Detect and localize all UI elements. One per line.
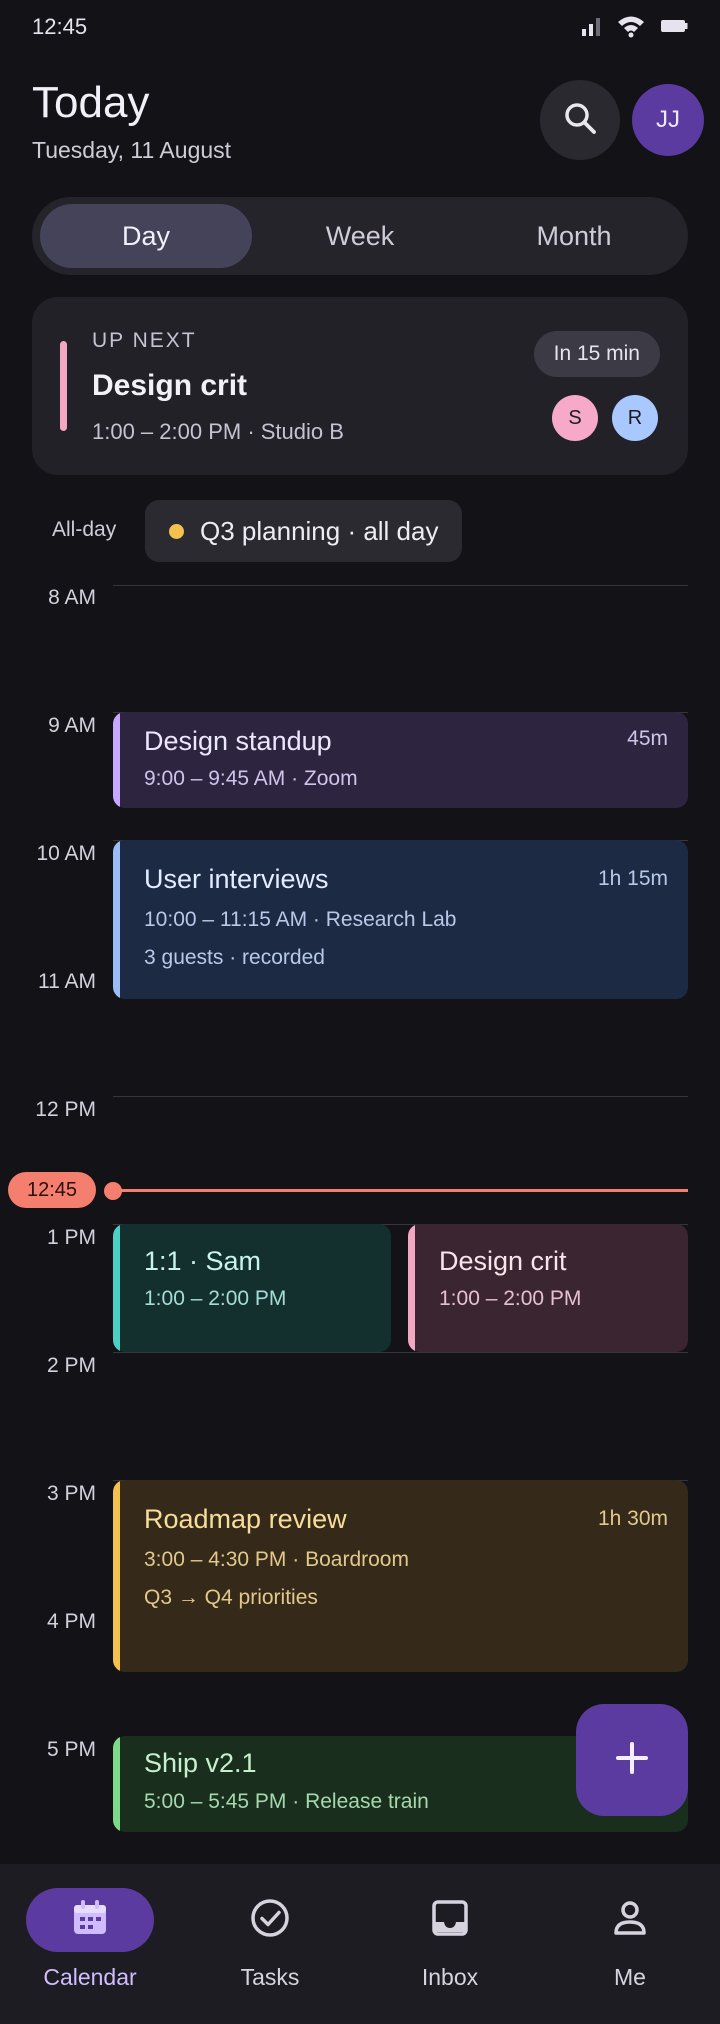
up-next-accent xyxy=(60,341,67,431)
event-accent xyxy=(113,840,120,999)
hour-line xyxy=(113,1352,688,1353)
event-card[interactable]: 1:1 · Sam 1:00 – 2:00 PM xyxy=(113,1224,391,1352)
nav-icon-container xyxy=(26,1888,154,1952)
event-meta: 5:00 – 5:45 PM · Release train xyxy=(144,1790,429,1813)
tab-week[interactable]: Week xyxy=(254,204,466,268)
event-duration: 45m xyxy=(627,727,668,750)
all-day-event-title: Q3 planning · all day xyxy=(200,515,439,546)
attendee-avatar: S xyxy=(552,395,598,441)
inbox-icon xyxy=(430,1898,470,1943)
search-button[interactable] xyxy=(540,80,620,160)
current-time-line xyxy=(113,1189,688,1192)
event-accent xyxy=(408,1224,415,1352)
event-title: Roadmap review xyxy=(144,1504,347,1534)
hour-label: 1 PM xyxy=(46,1226,96,1249)
hour-label: 2 PM xyxy=(46,1354,96,1377)
profile-avatar[interactable]: JJ xyxy=(632,84,704,156)
event-card[interactable]: Design crit 1:00 – 2:00 PM xyxy=(408,1224,688,1352)
wifi-icon xyxy=(616,14,646,43)
search-icon xyxy=(562,100,598,141)
check-circle-icon xyxy=(249,1897,291,1944)
nav-icon-container xyxy=(566,1888,694,1952)
up-next-meta: 1:00 – 2:00 PM · Studio B xyxy=(92,419,344,444)
event-meta: 3:00 – 4:30 PM · Boardroom xyxy=(144,1548,409,1571)
nav-label: Me xyxy=(614,1964,646,1990)
status-time: 12:45 xyxy=(32,14,88,39)
hour-line xyxy=(113,585,688,586)
nav-item-calendar[interactable]: Calendar xyxy=(0,1888,180,1991)
event-meta-secondary: 3 guests · recorded xyxy=(144,946,325,969)
add-event-button[interactable] xyxy=(576,1704,688,1816)
hour-line xyxy=(113,1096,688,1097)
event-meta: 9:00 – 9:45 AM · Zoom xyxy=(144,767,358,790)
event-title: Design crit xyxy=(439,1246,567,1276)
hour-label: 12 PM xyxy=(35,1098,96,1121)
event-title: Design standup xyxy=(144,726,332,756)
tab-month[interactable]: Month xyxy=(468,204,680,268)
signal-icon xyxy=(580,15,602,42)
event-color-dot xyxy=(169,523,184,539)
event-meta: 1:00 – 2:00 PM xyxy=(439,1287,582,1310)
event-accent xyxy=(113,712,120,808)
hour-label: 11 AM xyxy=(38,970,96,993)
event-title: User interviews xyxy=(144,864,329,894)
up-next-title: Design crit xyxy=(92,369,248,402)
nav-icon-container xyxy=(206,1888,334,1952)
plus-icon xyxy=(613,1739,651,1782)
nav-label: Calendar xyxy=(43,1964,137,1990)
event-accent xyxy=(113,1736,120,1832)
nav-label: Tasks xyxy=(240,1964,300,1990)
nav-item-tasks[interactable]: Tasks xyxy=(180,1888,360,1991)
event-card[interactable]: User interviews 10:00 – 11:15 AM · Resea… xyxy=(113,840,688,999)
event-meta: 10:00 – 11:15 AM · Research Lab xyxy=(144,908,457,931)
hour-label: 5 PM xyxy=(46,1738,96,1761)
nav-item-inbox[interactable]: Inbox xyxy=(360,1888,540,1991)
hour-label: 8 AM xyxy=(48,586,96,609)
battery-icon xyxy=(660,18,688,39)
all-day-event[interactable]: Q3 planning · all day xyxy=(145,500,463,562)
hour-label: 9 AM xyxy=(48,714,96,737)
nav-item-me[interactable]: Me xyxy=(540,1888,720,1991)
person-icon xyxy=(610,1898,650,1943)
up-next-card[interactable]: UP NEXT Design crit 1:00 – 2:00 PM · Stu… xyxy=(32,297,688,475)
bottom-navigation: Calendar Tasks Inbox Me xyxy=(0,1864,720,2024)
event-duration: 1h 15m xyxy=(597,867,668,890)
tab-day[interactable]: Day xyxy=(40,204,252,268)
event-card[interactable]: Roadmap review 3:00 – 4:30 PM · Boardroo… xyxy=(113,1480,688,1672)
view-switcher: Day Week Month xyxy=(32,197,688,275)
event-meta-secondary: Q3 → Q4 priorities xyxy=(144,1586,318,1609)
event-meta: 1:00 – 2:00 PM xyxy=(144,1287,287,1310)
attendee-avatar: R xyxy=(612,395,658,441)
current-time-dot xyxy=(104,1182,122,1200)
event-title: 1:1 · Sam xyxy=(144,1246,262,1276)
current-time-badge: 12:45 xyxy=(8,1172,96,1208)
event-title: Ship v2.1 xyxy=(144,1748,257,1778)
page-title: Today xyxy=(32,78,150,127)
event-duration: 1h 30m xyxy=(597,1507,668,1530)
all-day-label: All-day xyxy=(52,518,117,541)
up-next-label: UP NEXT xyxy=(92,329,197,352)
page-date: Tuesday, 11 August xyxy=(32,137,232,163)
countdown-badge: In 15 min xyxy=(533,331,660,377)
event-accent xyxy=(113,1480,120,1672)
hour-label: 4 PM xyxy=(46,1610,96,1633)
status-icons xyxy=(580,14,688,42)
event-card[interactable]: Design standup 9:00 – 9:45 AM · Zoom 45m xyxy=(113,712,688,808)
nav-icon-container xyxy=(386,1888,514,1952)
event-accent xyxy=(113,1224,120,1352)
hour-label: 10 AM xyxy=(36,842,96,865)
hour-label: 3 PM xyxy=(46,1482,96,1505)
calendar-icon xyxy=(70,1898,110,1943)
nav-label: Inbox xyxy=(421,1964,479,1990)
